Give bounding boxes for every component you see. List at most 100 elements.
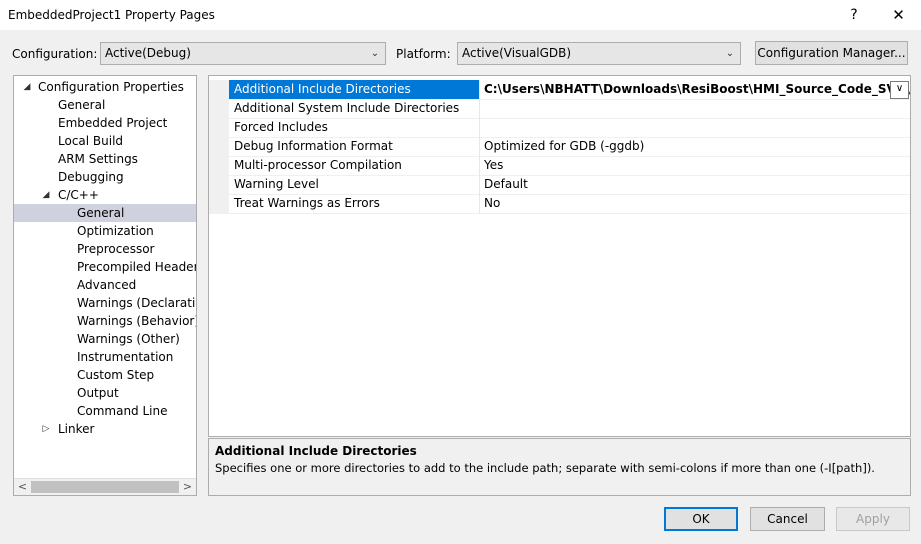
- property-name[interactable]: Treat Warnings as Errors: [229, 194, 480, 213]
- property-row[interactable]: Forced Includes: [209, 118, 910, 138]
- tree-horizontal-scrollbar[interactable]: < >: [14, 478, 196, 495]
- property-value[interactable]: Optimized for GDB (-ggdb): [480, 137, 910, 156]
- tree-item[interactable]: ▷ Linker: [14, 420, 196, 438]
- property-row[interactable]: Multi-processor Compilation Yes: [209, 156, 910, 176]
- property-name[interactable]: Debug Information Format: [229, 137, 480, 156]
- property-value[interactable]: Yes: [480, 156, 910, 175]
- tree-item-label: Advanced: [77, 278, 137, 292]
- chevron-down-icon: ⌄: [725, 48, 735, 59]
- close-button[interactable]: ✕: [876, 0, 921, 30]
- tree-item-label: Warnings (Behavior): [77, 314, 197, 328]
- row-gutter: [209, 80, 229, 99]
- property-name[interactable]: Additional Include Directories: [229, 80, 480, 99]
- property-tree[interactable]: ◢ Configuration Properties General Embedded…: [13, 75, 197, 496]
- property-row[interactable]: Debug Information Format Optimized for GD…: [209, 137, 910, 157]
- row-gutter: [209, 137, 229, 156]
- cancel-button[interactable]: Cancel: [750, 507, 825, 531]
- platform-label: Platform:: [396, 47, 451, 61]
- title-bar: EmbeddedProject1 Property Pages ? ✕: [0, 0, 921, 30]
- tree-item-label: General: [58, 98, 106, 112]
- tree-item-label: Configuration Properties: [38, 80, 184, 94]
- description-panel: Additional Include Directories Specifies…: [208, 438, 911, 496]
- property-value[interactable]: [480, 99, 910, 118]
- tree-item[interactable]: Local Build: [14, 132, 196, 150]
- property-row[interactable]: Additional Include Directories C:\Users\N…: [209, 80, 910, 100]
- value-dropdown-icon[interactable]: ∨: [890, 81, 909, 99]
- tree-item[interactable]: Output: [14, 384, 196, 402]
- scrollbar-thumb[interactable]: [31, 481, 179, 493]
- row-gutter: [209, 99, 229, 118]
- property-row[interactable]: Warning Level Default: [209, 175, 910, 195]
- property-value-text: C:\Users\NBHATT\Downloads\ResiBoost\HMI_…: [484, 82, 910, 96]
- property-name[interactable]: Multi-processor Compilation: [229, 156, 480, 175]
- tree-item[interactable]: Warnings (Declarations: [14, 294, 196, 312]
- platform-dropdown[interactable]: Active(VisualGDB) ⌄: [457, 42, 741, 65]
- tree-item[interactable]: Instrumentation: [14, 348, 196, 366]
- row-gutter: [209, 118, 229, 137]
- description-title: Additional Include Directories: [215, 444, 417, 458]
- window-title: EmbeddedProject1 Property Pages: [8, 8, 215, 22]
- property-value-text: No: [484, 196, 501, 210]
- tree-item[interactable]: General: [14, 96, 196, 114]
- row-gutter: [209, 194, 229, 213]
- tree-item[interactable]: Precompiled Headers: [14, 258, 196, 276]
- row-gutter: [209, 175, 229, 194]
- property-row[interactable]: Additional System Include Directories: [209, 99, 910, 119]
- apply-button[interactable]: Apply: [836, 507, 910, 531]
- property-value-text: Default: [484, 177, 528, 191]
- platform-value: Active(VisualGDB): [462, 46, 572, 60]
- scroll-left-icon[interactable]: <: [14, 479, 31, 495]
- tree-item-label: ARM Settings: [58, 152, 138, 166]
- property-value[interactable]: C:\Users\NBHATT\Downloads\ResiBoost\HMI_…: [480, 80, 910, 99]
- collapse-arrow-icon[interactable]: ◢: [41, 186, 51, 204]
- property-value-text: Yes: [484, 158, 504, 172]
- tree-item-label: Output: [77, 386, 119, 400]
- tree-item[interactable]: Warnings (Behavior): [14, 312, 196, 330]
- configuration-manager-button[interactable]: Configuration Manager...: [755, 41, 908, 65]
- configuration-label: Configuration:: [12, 47, 98, 61]
- tree-item[interactable]: ◢ C/C++: [14, 186, 196, 204]
- description-text: Specifies one or more directories to add…: [215, 461, 875, 475]
- property-name[interactable]: Additional System Include Directories: [229, 99, 480, 118]
- tree-item[interactable]: Debugging: [14, 168, 196, 186]
- tree-item-label: Command Line: [77, 404, 168, 418]
- ok-button[interactable]: OK: [664, 507, 738, 531]
- tree-item-label: Optimization: [77, 224, 154, 238]
- tree-item[interactable]: Advanced: [14, 276, 196, 294]
- tree-item[interactable]: ◢ Configuration Properties: [14, 78, 196, 96]
- chevron-down-icon: ⌄: [370, 48, 380, 59]
- tree-item-label: Warnings (Declarations: [77, 296, 196, 310]
- property-value[interactable]: Default: [480, 175, 910, 194]
- configuration-dropdown[interactable]: Active(Debug) ⌄: [100, 42, 386, 65]
- tree-item-label: Instrumentation: [77, 350, 174, 364]
- property-value[interactable]: No: [480, 194, 910, 213]
- tree-item[interactable]: Custom Step: [14, 366, 196, 384]
- tree-item-label: Local Build: [58, 134, 124, 148]
- tree-item[interactable]: General: [14, 204, 196, 222]
- tree-item-label: Precompiled Headers: [77, 260, 197, 274]
- tree-item[interactable]: Preprocessor: [14, 240, 196, 258]
- tree-item-label: Custom Step: [77, 368, 155, 382]
- configuration-value: Active(Debug): [105, 46, 191, 60]
- scroll-right-icon[interactable]: >: [179, 479, 196, 495]
- tree-item-label: Linker: [58, 422, 95, 436]
- row-gutter: [209, 156, 229, 175]
- tree-item[interactable]: Embedded Project: [14, 114, 196, 132]
- tree-item[interactable]: ARM Settings: [14, 150, 196, 168]
- tree-item-label: C/C++: [58, 188, 99, 202]
- tree-item[interactable]: Optimization: [14, 222, 196, 240]
- tree-item-label: Embedded Project: [58, 116, 168, 130]
- collapse-arrow-icon[interactable]: ◢: [22, 78, 32, 96]
- tree-item[interactable]: Command Line: [14, 402, 196, 420]
- property-grid[interactable]: Additional Include Directories C:\Users\N…: [208, 75, 911, 437]
- property-name[interactable]: Forced Includes: [229, 118, 480, 137]
- property-value[interactable]: [480, 118, 910, 137]
- tree-item[interactable]: Warnings (Other): [14, 330, 196, 348]
- tree-item-label: Debugging: [58, 170, 124, 184]
- property-value-text: Optimized for GDB (-ggdb): [484, 139, 645, 153]
- property-name[interactable]: Warning Level: [229, 175, 480, 194]
- expand-arrow-icon[interactable]: ▷: [41, 420, 51, 438]
- tree-item-label: Warnings (Other): [77, 332, 180, 346]
- property-row[interactable]: Treat Warnings as Errors No: [209, 194, 910, 214]
- help-button[interactable]: ?: [836, 0, 872, 30]
